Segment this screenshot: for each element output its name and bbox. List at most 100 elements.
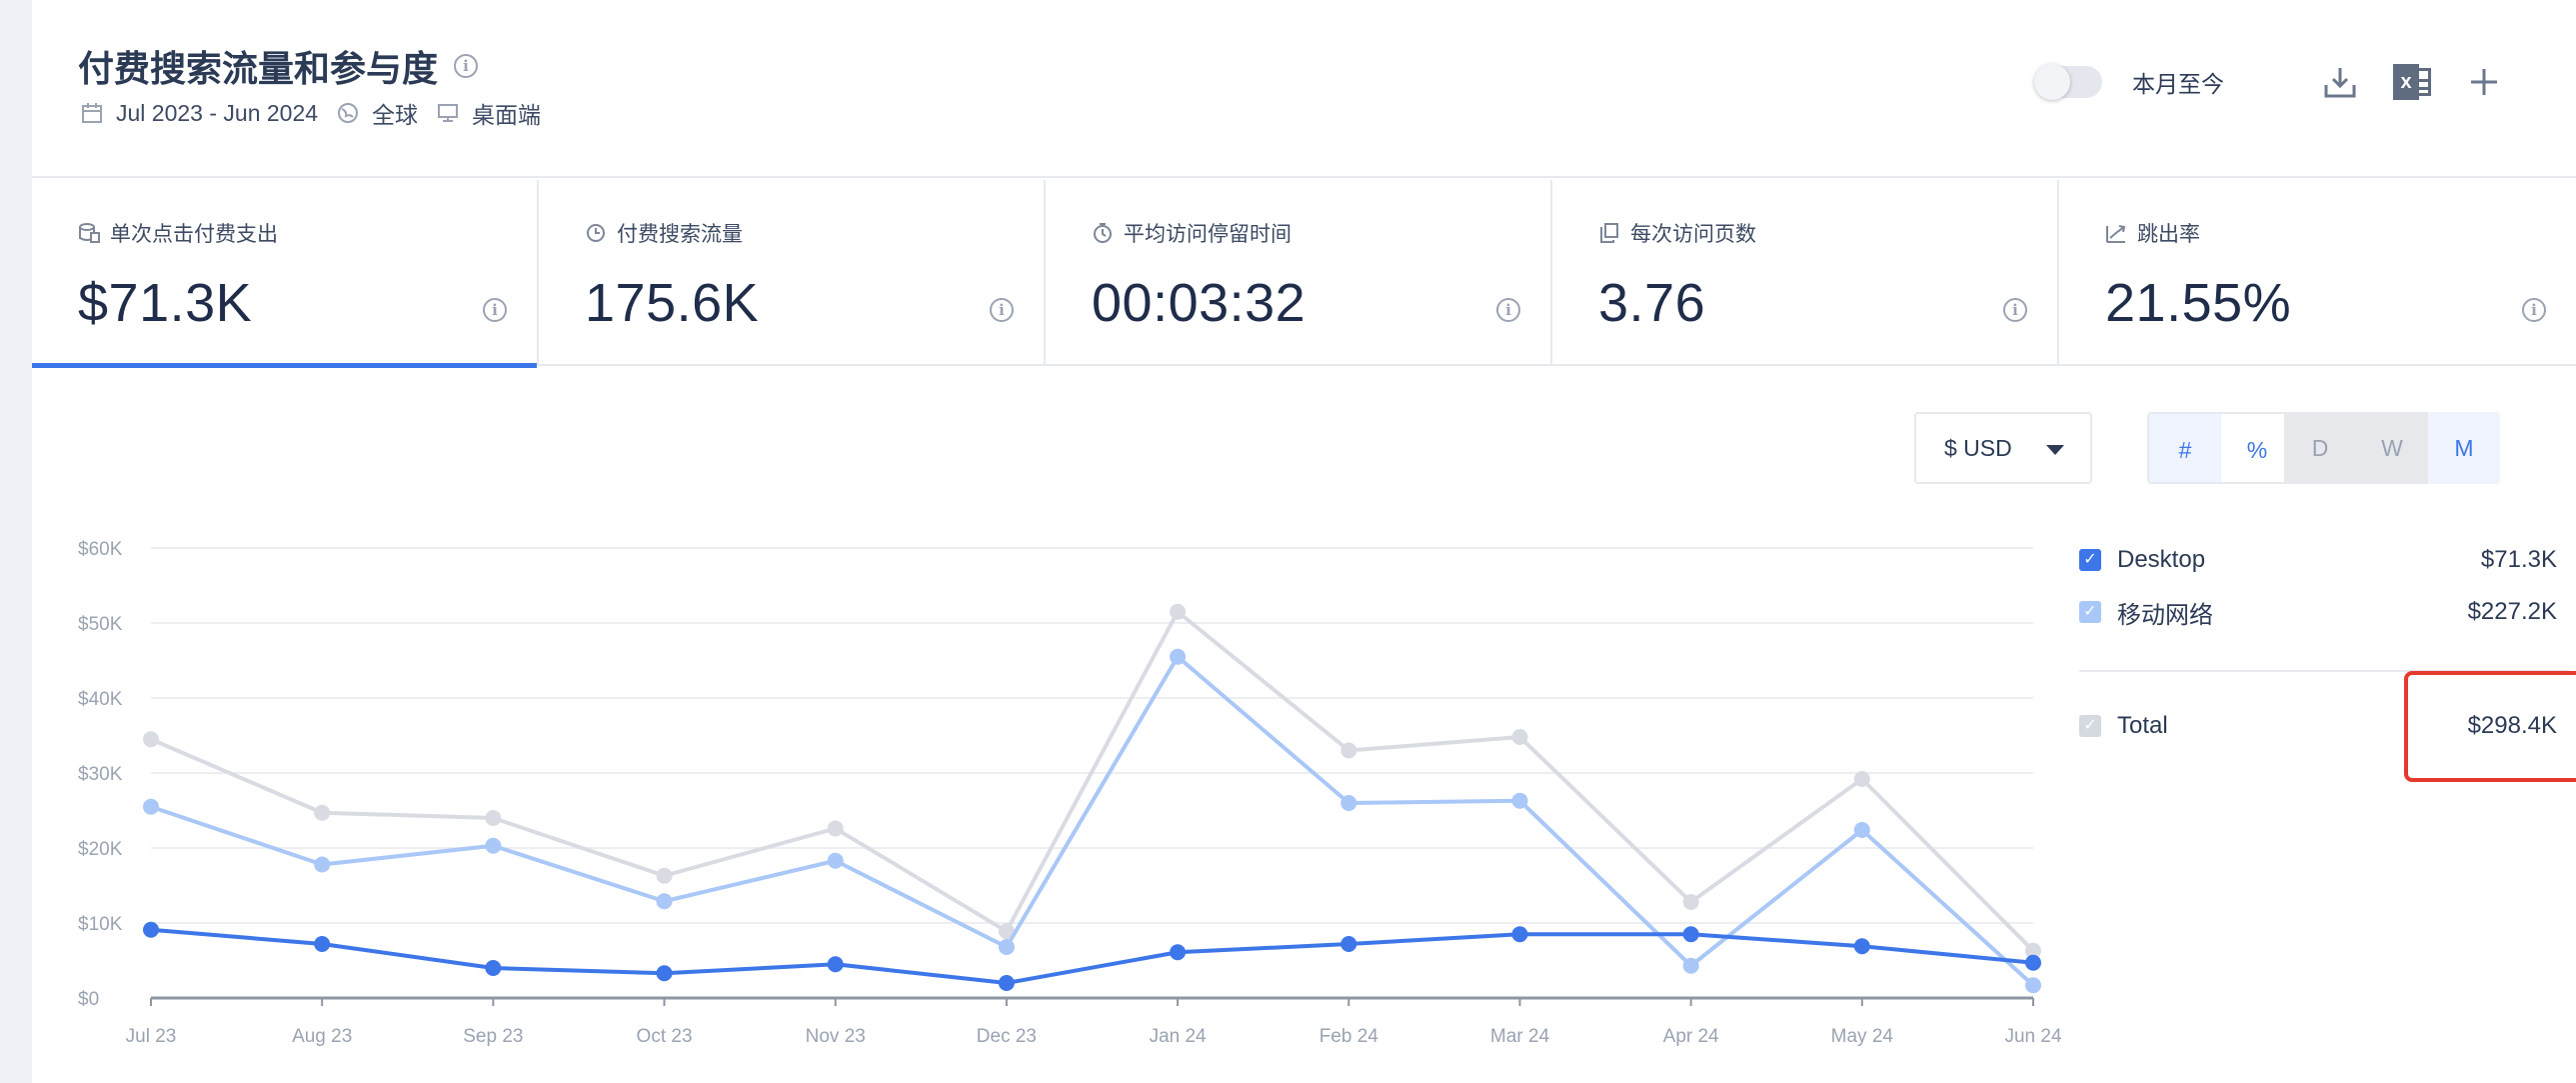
- x-tick-label: May 24: [1831, 1026, 1894, 1047]
- legend-label: 移动网络: [2117, 601, 2213, 629]
- data-point-desktop: [1511, 926, 1528, 943]
- globe-icon: [336, 101, 360, 125]
- x-tick-label: Jan 24: [1150, 1026, 1207, 1047]
- series-line-total: [150, 609, 2035, 953]
- x-tick-label: Feb 24: [1319, 1026, 1379, 1047]
- data-point-mobile: [1340, 795, 1357, 811]
- data-point-mobile: [1682, 957, 1699, 974]
- series-line-mobile: [150, 654, 2035, 987]
- monitor-icon: [436, 101, 460, 125]
- metric-value: 21.55%: [2105, 273, 2292, 333]
- checkbox-icon[interactable]: ✓: [2079, 549, 2101, 571]
- metric-label: 平均访问停留时间: [1124, 223, 1291, 246]
- metric-tab-pages-per-visit[interactable]: 每次访问页数 3.76 i: [1552, 180, 2059, 366]
- checkbox-icon[interactable]: ✓: [2079, 601, 2101, 623]
- format-count-button[interactable]: #: [2149, 414, 2221, 482]
- info-icon[interactable]: i: [454, 54, 479, 78]
- granularity-toggle: D W M: [2284, 412, 2500, 484]
- total-highlight-box: [2404, 671, 2576, 782]
- legend-label: Desktop: [2117, 546, 2206, 573]
- metric-tab-visit-duration[interactable]: 平均访问停留时间 00:03:32 i: [1046, 180, 1552, 366]
- excel-icon[interactable]: x: [2390, 60, 2434, 104]
- data-point-mobile: [656, 893, 673, 910]
- download-icon[interactable]: [2318, 60, 2362, 104]
- filter-summary: Jul 2023 - Jun 2024 全球 桌面端: [80, 96, 559, 130]
- page-title: 付费搜索流量和参与度: [78, 48, 439, 89]
- data-point-total: [1682, 894, 1699, 910]
- data-point-mobile: [2025, 977, 2041, 994]
- data-point-total: [1511, 729, 1528, 745]
- line-chart: $0 $10K $20K $30K $40K $50K $60K Jul 23 Aug 23 Se…: [78, 539, 2062, 1047]
- x-tick-label: Nov 23: [806, 1026, 866, 1047]
- timer-icon: [1092, 222, 1114, 244]
- granularity-month-button[interactable]: M: [2428, 412, 2500, 484]
- legend-item-mobile[interactable]: ✓ 移动网络 $227.2K: [2079, 592, 2569, 632]
- title-row: 付费搜索流量和参与度 i: [78, 40, 479, 92]
- y-tick-label: $50K: [78, 614, 123, 635]
- format-toggle: # %: [2147, 412, 2295, 484]
- y-tick-label: $60K: [78, 539, 123, 560]
- data-point-desktop: [314, 936, 331, 952]
- device-filter[interactable]: 桌面端: [472, 96, 541, 130]
- metric-tab-paid-traffic[interactable]: 付费搜索流量 175.6K i: [539, 180, 1046, 366]
- data-point-mobile: [998, 939, 1015, 955]
- data-point-mobile: [314, 856, 331, 873]
- legend-label: Total: [2117, 712, 2168, 739]
- x-tick-label: Oct 23: [637, 1026, 693, 1047]
- data-point-mobile: [1853, 822, 1870, 838]
- checkbox-icon[interactable]: ✓: [2079, 715, 2101, 737]
- date-range[interactable]: Jul 2023 - Jun 2024: [116, 100, 318, 127]
- data-point-total: [1853, 771, 1870, 787]
- cost-icon: [78, 222, 100, 244]
- info-icon[interactable]: i: [2522, 298, 2546, 322]
- data-point-mobile: [1511, 792, 1528, 809]
- info-icon[interactable]: i: [483, 298, 507, 322]
- pages-icon: [1598, 222, 1620, 244]
- data-point-mobile: [143, 798, 159, 815]
- bounce-icon: [2105, 222, 2127, 244]
- card-header: 付费搜索流量和参与度 i Jul 2023 - Jun 2024 全球 桌面端 …: [32, 0, 2576, 178]
- clock-icon: [585, 222, 607, 244]
- metric-value: 175.6K: [585, 273, 760, 333]
- month-to-date-label: 本月至今: [2132, 71, 2224, 97]
- info-icon[interactable]: i: [2003, 298, 2027, 322]
- data-point-desktop: [1853, 938, 1870, 955]
- legend-value: $227.2K: [2467, 598, 2557, 625]
- metric-tab-bounce-rate[interactable]: 跳出率 21.55% i: [2059, 180, 2576, 366]
- y-tick-label: $30K: [78, 764, 123, 785]
- granularity-week-button[interactable]: W: [2356, 412, 2428, 484]
- data-point-desktop: [1170, 944, 1187, 961]
- x-tick-label: Jul 23: [126, 1026, 177, 1047]
- data-point-desktop: [656, 965, 673, 982]
- x-tick-label: Mar 24: [1490, 1026, 1550, 1047]
- x-tick-label: Sep 23: [463, 1026, 523, 1047]
- metric-value: 3.76: [1598, 273, 1706, 333]
- toggle-knob: [2034, 64, 2070, 100]
- data-point-desktop: [143, 921, 159, 938]
- info-icon[interactable]: i: [1496, 298, 1520, 322]
- legend-value: $71.3K: [2480, 546, 2557, 573]
- metric-label: 跳出率: [2137, 223, 2200, 246]
- calendar-icon: [80, 101, 104, 125]
- x-tick-label: Dec 23: [977, 1026, 1037, 1047]
- data-point-total: [1170, 603, 1187, 620]
- currency-value: $ USD: [1944, 434, 2012, 461]
- month-to-date-toggle[interactable]: [2034, 64, 2102, 100]
- legend-item-desktop[interactable]: ✓ Desktop $71.3K: [2079, 540, 2569, 580]
- format-percent-button[interactable]: %: [2221, 414, 2293, 482]
- granularity-day-button[interactable]: D: [2284, 412, 2356, 484]
- metric-tab-cpc-spend[interactable]: 单次点击付费支出 $71.3K i: [32, 180, 539, 368]
- data-point-total: [656, 867, 673, 884]
- currency-select[interactable]: $ USD: [1914, 412, 2092, 484]
- region-filter[interactable]: 全球: [372, 96, 418, 130]
- info-icon[interactable]: i: [990, 298, 1014, 322]
- data-point-total: [314, 804, 331, 821]
- header-actions: 本月至今 x: [2034, 60, 2506, 104]
- y-tick-label: $20K: [78, 839, 123, 860]
- metric-value: $71.3K: [78, 273, 253, 333]
- plus-icon[interactable]: [2462, 60, 2506, 104]
- metric-label: 付费搜索流量: [617, 223, 743, 246]
- data-point-desktop: [1682, 926, 1699, 943]
- metric-value: 00:03:32: [1092, 273, 1306, 333]
- x-tick-label: Apr 24: [1663, 1026, 1719, 1047]
